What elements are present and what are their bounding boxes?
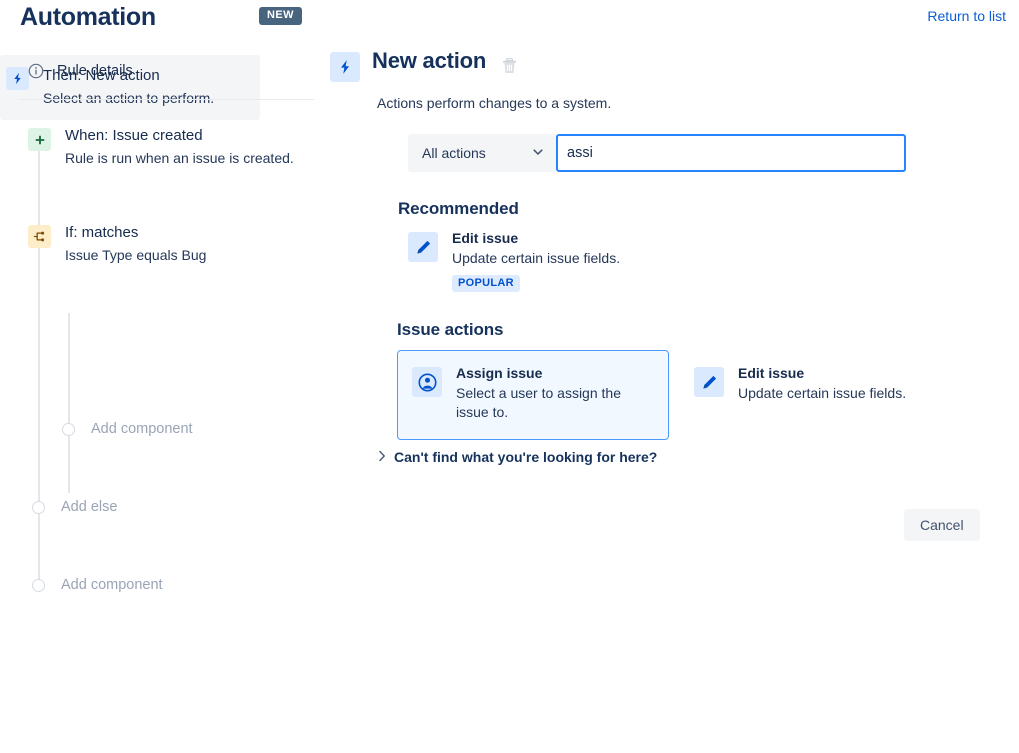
recommended-heading: Recommended: [398, 199, 1010, 219]
lightning-icon: [330, 52, 360, 82]
action-description: Update certain issue fields.: [452, 249, 620, 268]
action-name: Edit issue: [452, 230, 620, 246]
pencil-icon: [408, 232, 438, 262]
tree-node-if-subtitle: Issue Type equals Bug: [65, 246, 206, 264]
add-component-branch-label: Add component: [91, 421, 193, 437]
tree-node-when-subtitle: Rule is run when an issue is created.: [65, 149, 294, 167]
rule-details-label: Rule details: [57, 63, 133, 79]
rule-tree-sidebar: Rule details When: Issue created Rule is…: [0, 55, 320, 753]
return-to-list-link[interactable]: Return to list: [927, 8, 1006, 24]
action-card-assign-issue[interactable]: Assign issue Select a user to assign the…: [397, 350, 669, 440]
action-search-row: All actions: [408, 134, 906, 172]
cancel-button[interactable]: Cancel: [904, 509, 980, 541]
issue-actions-heading: Issue actions: [397, 320, 1010, 340]
recommended-action-edit-issue[interactable]: Edit issue Update certain issue fields. …: [408, 230, 1010, 292]
action-description: Select a user to assign the issue to.: [456, 384, 636, 422]
panel-header: New action: [330, 48, 1010, 82]
issue-actions-card-list: Assign issue Select a user to assign the…: [397, 350, 1010, 443]
circle-outline-icon: [62, 423, 75, 436]
sidebar-item-rule-details[interactable]: Rule details: [28, 63, 133, 79]
tree-node-when[interactable]: When: Issue created Rule is run when an …: [28, 127, 294, 167]
add-component-root-label: Add component: [61, 577, 163, 593]
popular-tag: POPULAR: [452, 275, 520, 292]
new-badge: NEW: [259, 7, 302, 25]
action-name: Assign issue: [456, 365, 636, 381]
circle-outline-icon: [32, 501, 45, 514]
tree-node-if[interactable]: If: matches Issue Type equals Bug: [28, 224, 206, 264]
lightning-icon: [6, 67, 29, 90]
chevron-right-icon: [378, 450, 386, 464]
plus-icon: [28, 128, 51, 151]
circle-outline-icon: [32, 579, 45, 592]
chevron-down-icon: [531, 145, 545, 162]
cant-find-toggle[interactable]: Can't find what you're looking for here?: [378, 449, 1010, 465]
panel-title: New action: [372, 48, 486, 73]
pencil-icon: [694, 367, 724, 397]
action-search-input[interactable]: [556, 134, 906, 172]
trash-icon[interactable]: [502, 58, 517, 74]
info-icon: [28, 63, 44, 79]
tree-node-when-title: When: Issue created: [65, 127, 294, 145]
add-else-label: Add else: [61, 499, 117, 515]
add-component-branch-button[interactable]: Add component: [62, 421, 193, 437]
action-picker-panel: New action Actions perform changes to a …: [330, 48, 1010, 465]
tree-rail-branch: [68, 313, 70, 493]
panel-subtitle: Actions perform changes to a system.: [377, 95, 1010, 111]
tree-rail-main: [38, 137, 40, 592]
action-card-edit-issue[interactable]: Edit issue Update certain issue fields.: [679, 350, 969, 440]
action-name: Edit issue: [738, 365, 906, 381]
action-description: Update certain issue fields.: [738, 384, 906, 403]
person-circle-icon: [412, 367, 442, 397]
action-kind-select-value: All actions: [422, 145, 486, 161]
sidebar-divider: [20, 99, 314, 100]
tree-node-if-title: If: matches: [65, 224, 206, 242]
add-else-button[interactable]: Add else: [32, 499, 117, 515]
action-kind-select[interactable]: All actions: [408, 134, 556, 172]
branch-icon: [28, 225, 51, 248]
add-component-root-button[interactable]: Add component: [32, 577, 163, 593]
tree-node-then-subtitle: Select an action to perform.: [43, 89, 214, 107]
cant-find-label: Can't find what you're looking for here?: [394, 449, 657, 465]
page-title: Automation: [20, 3, 156, 32]
